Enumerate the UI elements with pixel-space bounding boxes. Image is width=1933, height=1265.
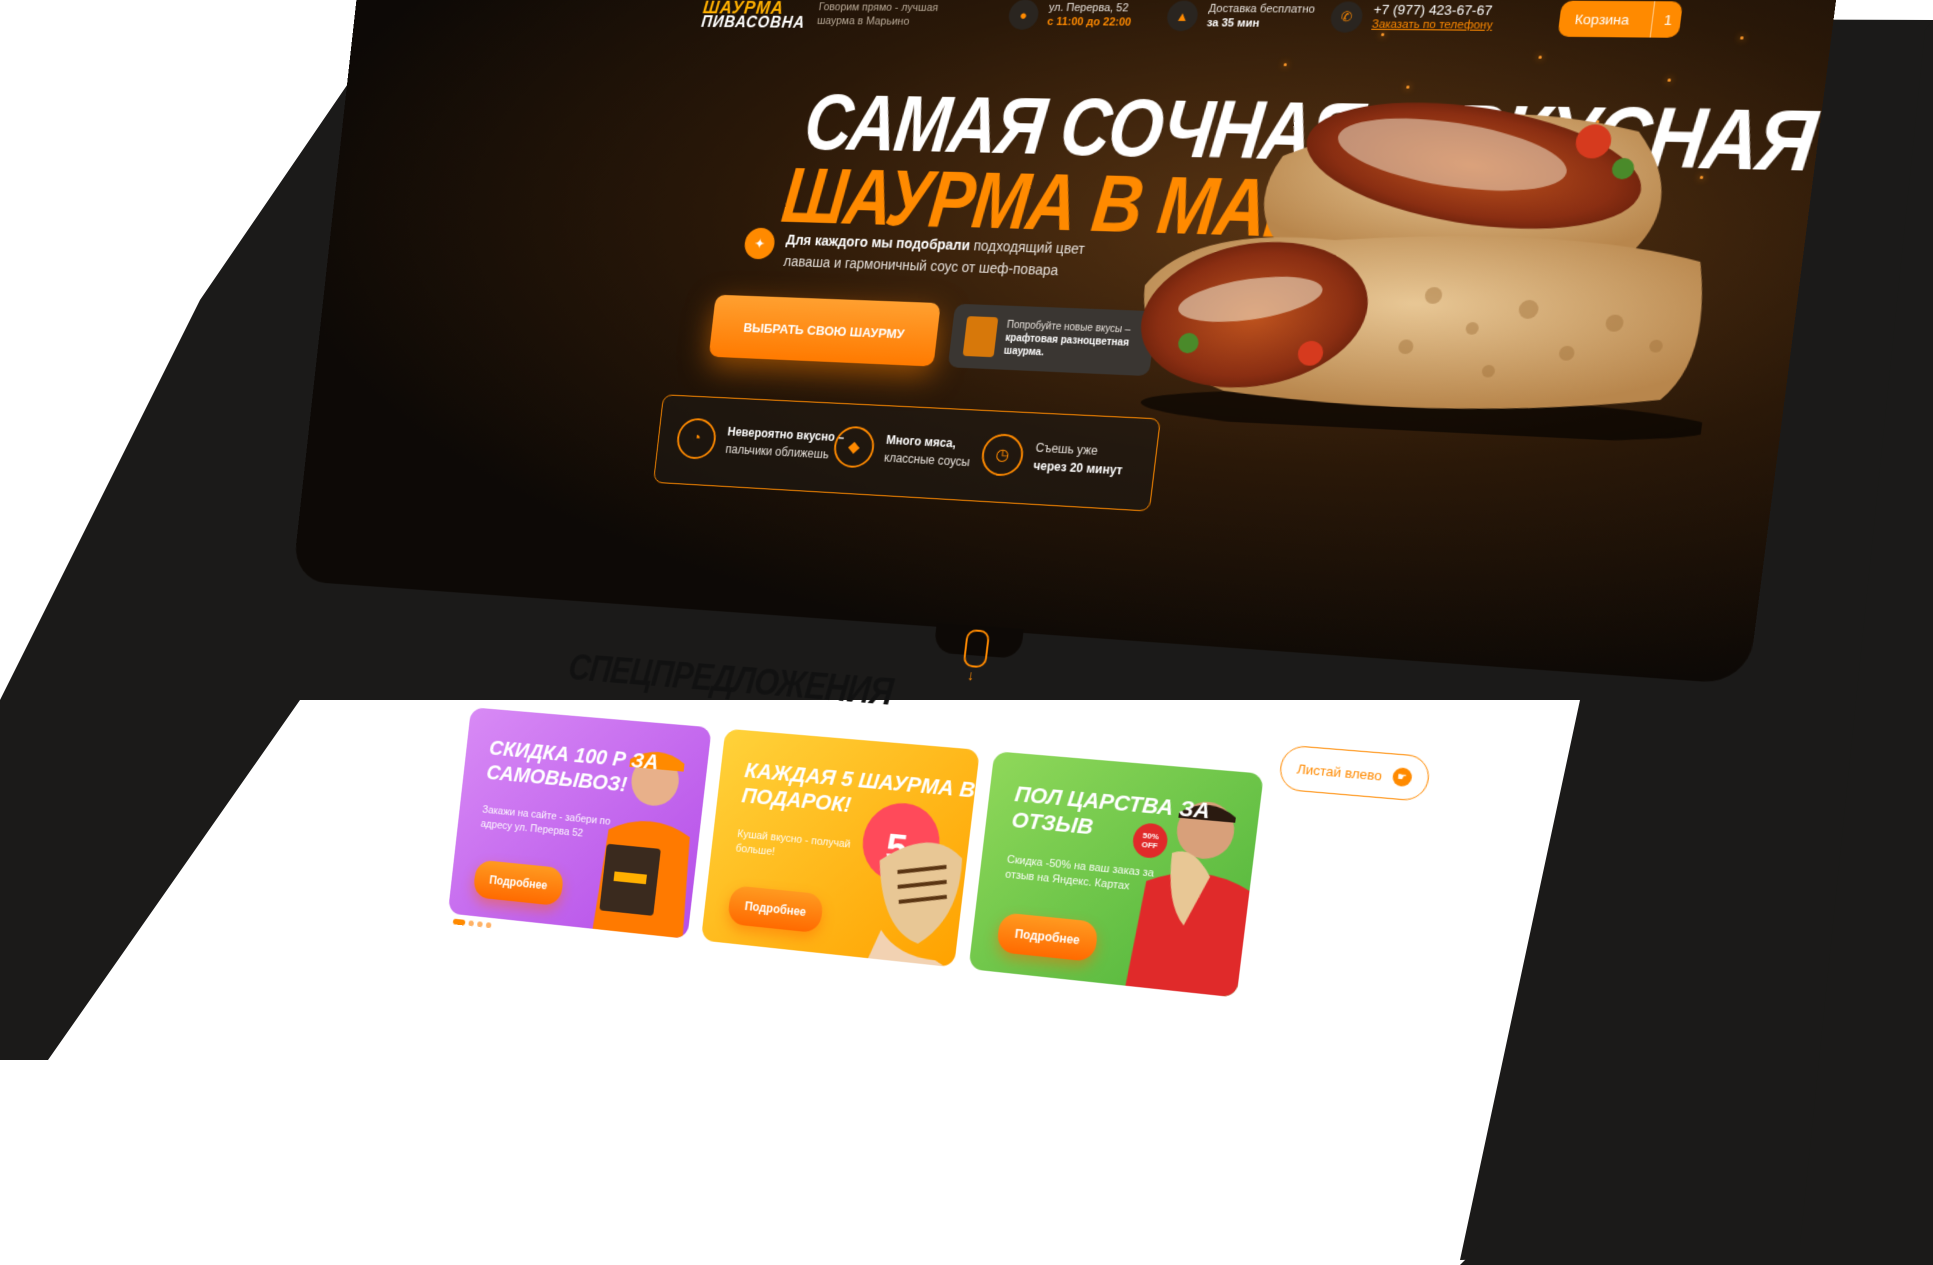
cart-count: 1 [1649, 1, 1675, 38]
location-pin-icon: ● [1007, 0, 1041, 30]
hero-subtitle: ✦ Для каждого мы подобрали подходящий цв… [742, 227, 1105, 282]
cart-button[interactable]: Корзина 1 [1557, 0, 1684, 38]
clock-icon: ◷ [979, 432, 1026, 477]
subtitle-bold: Для каждого мы подобрали [785, 231, 971, 254]
delivery-icon: ▲ [1165, 0, 1200, 32]
offer-card-pickup[interactable]: СКИДКА 100 Р ЗА САМОВЫВОЗ! Закажи на сай… [447, 707, 712, 939]
top-bar: ШАУРМА ПИВАСОВНА Говорим прямо - лучшая … [352, 0, 1837, 59]
delivery-block: ▲ Доставка бесплатно за 35 мин [1165, 0, 1316, 32]
feature-rest: классные соусы [883, 450, 971, 470]
mockup-scene: ШАУРМА ПИВАСОВНА Говорим прямо - лучшая … [0, 0, 1933, 1265]
feature-rest: через 20 минут [1032, 458, 1124, 478]
hero-section: ШАУРМА ПИВАСОВНА Говорим прямо - лучшая … [292, 0, 1837, 685]
hours-text: с 11:00 до 22:00 [1046, 15, 1132, 29]
swipe-label: Листай влево [1296, 760, 1384, 784]
phone-icon: ✆ [1329, 1, 1365, 33]
phone-block: ✆ +7 (977) 423-67-67 Заказать по телефон… [1329, 1, 1495, 34]
logo[interactable]: ШАУРМА ПИВАСОВНА [700, 0, 806, 38]
delivery-text: Доставка бесплатно [1207, 2, 1316, 16]
feature-bold: Много мяса, [885, 432, 957, 451]
offers-heading: СПЕЦПРЕДЛОЖЕНИЯ [566, 645, 895, 714]
carousel-dot[interactable] [476, 921, 483, 928]
offer-title: КАЖДАЯ 5 ШАУРМА В ПОДАРОК! [740, 757, 977, 818]
carousel-dots [452, 918, 492, 929]
meat-icon: ◆ [831, 425, 877, 469]
swipe-left-button[interactable]: Листай влево ☛ [1277, 744, 1432, 803]
scroll-down-icon: ↓ [966, 667, 976, 684]
details-button[interactable]: Подробнее [726, 885, 825, 934]
choose-shawarma-button[interactable]: ВЫБРАТЬ СВОЮ ШАУРМУ [708, 294, 941, 367]
tagline: Говорим прямо - лучшая шаурма в Марьино [816, 1, 939, 28]
try-text-bold: крафтовая разноцветная шаурма. [1003, 332, 1130, 358]
feature-item: ◆ Много мяса, классные соусы [831, 425, 974, 474]
cart-label: Корзина [1573, 10, 1631, 28]
feature-bold: Невероятно вкусно – [726, 424, 846, 445]
chicken-icon: ◔ [674, 417, 718, 460]
address-text: ул. Перерва, 52 [1048, 1, 1130, 15]
feature-item: ◷ Съешь уже через 20 минут [979, 432, 1126, 483]
feature-item: ◔ Невероятно вкусно – пальчики оближешь [674, 417, 846, 467]
chef-icon: ✦ [743, 227, 777, 260]
shawarma-photo [1131, 82, 1716, 445]
carousel-dot[interactable] [485, 922, 492, 929]
offer-card-review[interactable]: ПОЛ ЦАРСТВА ЗА ОТЗЫВ 50% OFF Скидка -50%… [968, 751, 1264, 998]
carousel-dot-active[interactable] [452, 918, 466, 926]
offer-card-fifth-free[interactable]: 5 КАЖДАЯ 5 ШАУРМА В ПОДАРОК! Кушай вкусн… [700, 728, 980, 968]
features-panel: ◔ Невероятно вкусно – пальчики оближешь ◆… [652, 394, 1161, 512]
phone-number[interactable]: +7 (977) 423-67-67 [1373, 2, 1495, 19]
details-button[interactable]: Подробнее [472, 859, 565, 907]
address-block: ● ул. Перерва, 52 с 11:00 до 22:00 [1007, 0, 1134, 31]
feature-rest: пальчики оближешь [724, 442, 830, 462]
mouse-scroll-icon[interactable] [962, 628, 991, 669]
phone-order-link[interactable]: Заказать по телефону [1371, 17, 1493, 33]
hand-pointer-icon: ☛ [1391, 766, 1413, 788]
details-button[interactable]: Подробнее [995, 912, 1099, 963]
delivery-time: за 35 мин [1206, 17, 1260, 30]
website-page: ШАУРМА ПИВАСОВНА Говорим прямо - лучшая … [237, 0, 1837, 1259]
carousel-dot[interactable] [468, 920, 475, 927]
shawarma-icon [962, 316, 999, 358]
logo-bottom-text: ПИВАСОВНА [700, 14, 807, 32]
feature-bold: Съешь уже [1034, 440, 1099, 458]
